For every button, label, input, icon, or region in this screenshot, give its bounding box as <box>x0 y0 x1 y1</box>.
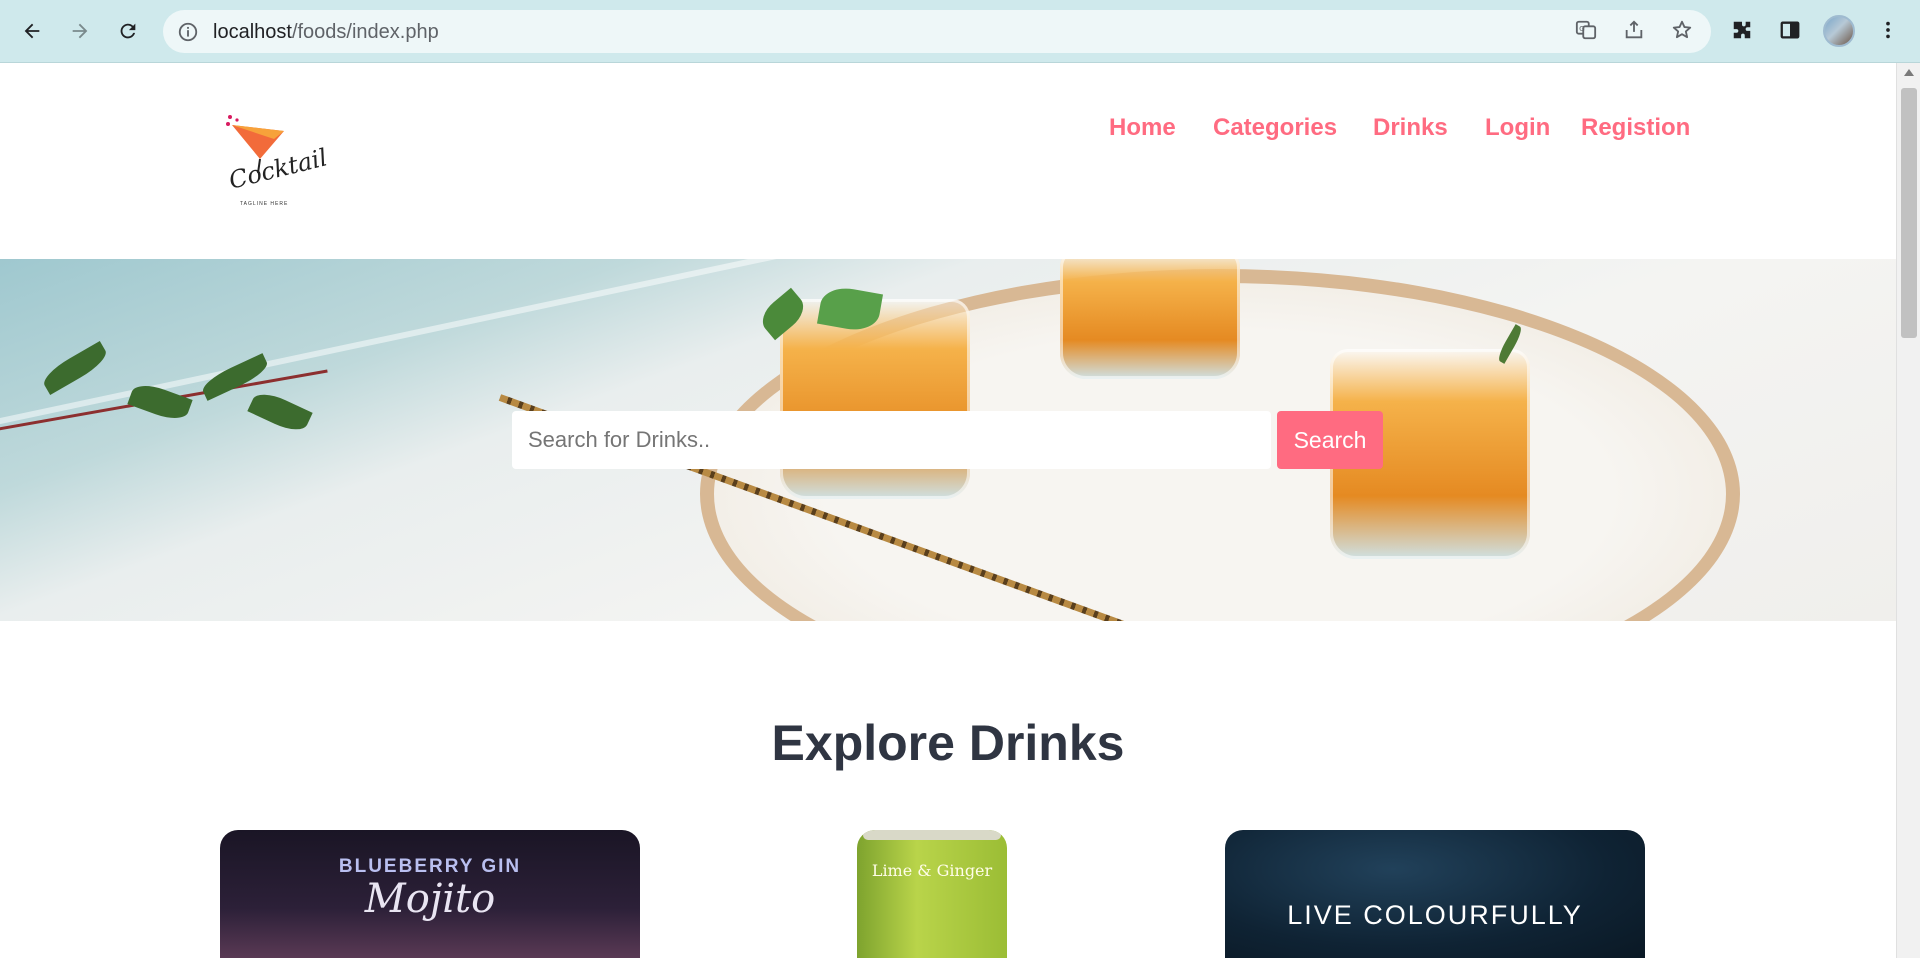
nav-login[interactable]: Login <box>1485 114 1550 142</box>
address-bar[interactable]: localhost/foods/index.php <box>163 10 1711 53</box>
share-icon <box>1625 20 1643 39</box>
drink-can-image: Lime & Ginger <box>857 830 1007 958</box>
url-host: localhost <box>213 21 292 43</box>
bookmark-button[interactable] <box>1666 14 1698 46</box>
url-text: localhost/foods/index.php <box>213 21 439 44</box>
scrollbar-thumb[interactable] <box>1901 88 1917 338</box>
svg-text:G: G <box>1579 24 1585 33</box>
logo-tagline: TAGLINE HERE <box>240 201 289 207</box>
card-heading: BLUEBERRY GIN <box>338 856 522 877</box>
reload-button[interactable] <box>110 13 146 49</box>
leaf-decoration <box>39 340 111 396</box>
info-icon[interactable] <box>177 21 199 43</box>
search-button[interactable]: Search <box>1277 411 1383 469</box>
card-heading: Lime & Ginger <box>871 861 993 880</box>
search-input[interactable] <box>512 411 1271 469</box>
card-subheading: Mojito <box>364 876 496 922</box>
section-title: Explore Drinks <box>771 715 1125 771</box>
drink-card[interactable]: LIVE COLOURFULLY <box>1225 830 1645 958</box>
puzzle-icon <box>1733 21 1751 39</box>
side-panel-button[interactable] <box>1774 14 1806 46</box>
url-path: /foods/index.php <box>291 21 439 43</box>
vertical-scrollbar[interactable] <box>1896 63 1920 958</box>
translate-icon: G <box>1575 20 1597 40</box>
star-icon <box>1672 20 1692 39</box>
extensions-button[interactable] <box>1726 14 1758 46</box>
site-logo[interactable]: Cocktail TAGLINE HERE <box>224 113 330 213</box>
nav-categories[interactable]: Categories <box>1213 114 1337 142</box>
drink-glass <box>1060 259 1240 379</box>
back-button[interactable] <box>14 13 50 49</box>
nav-drinks[interactable]: Drinks <box>1373 114 1448 142</box>
drink-glass <box>780 299 970 499</box>
reload-icon <box>120 23 136 39</box>
arrow-right-icon <box>72 23 88 39</box>
leaf-decoration <box>247 387 313 437</box>
forward-button[interactable] <box>62 13 98 49</box>
nav-registion[interactable]: Registion <box>1581 114 1690 142</box>
profile-avatar[interactable] <box>1823 15 1855 47</box>
share-button[interactable] <box>1618 14 1650 46</box>
side-panel-icon <box>1780 21 1800 39</box>
menu-button[interactable] <box>1872 14 1904 46</box>
nav-home[interactable]: Home <box>1109 114 1176 142</box>
translate-button[interactable]: G <box>1570 14 1602 46</box>
browser-toolbar: localhost/foods/index.php G <box>0 0 1920 63</box>
card-heading: LIVE COLOURFULLY <box>1287 900 1583 930</box>
arrow-left-icon <box>24 23 40 39</box>
page-content: Cocktail TAGLINE HERE Home Categories Dr… <box>0 63 1896 958</box>
can-lid <box>863 830 1001 840</box>
drink-card[interactable]: BLUEBERRY GIN Mojito <box>220 830 640 958</box>
more-vert-icon <box>1886 21 1890 39</box>
drink-card[interactable]: Lime & Ginger <box>857 830 1007 958</box>
scroll-up-arrow-icon[interactable] <box>1904 69 1914 76</box>
